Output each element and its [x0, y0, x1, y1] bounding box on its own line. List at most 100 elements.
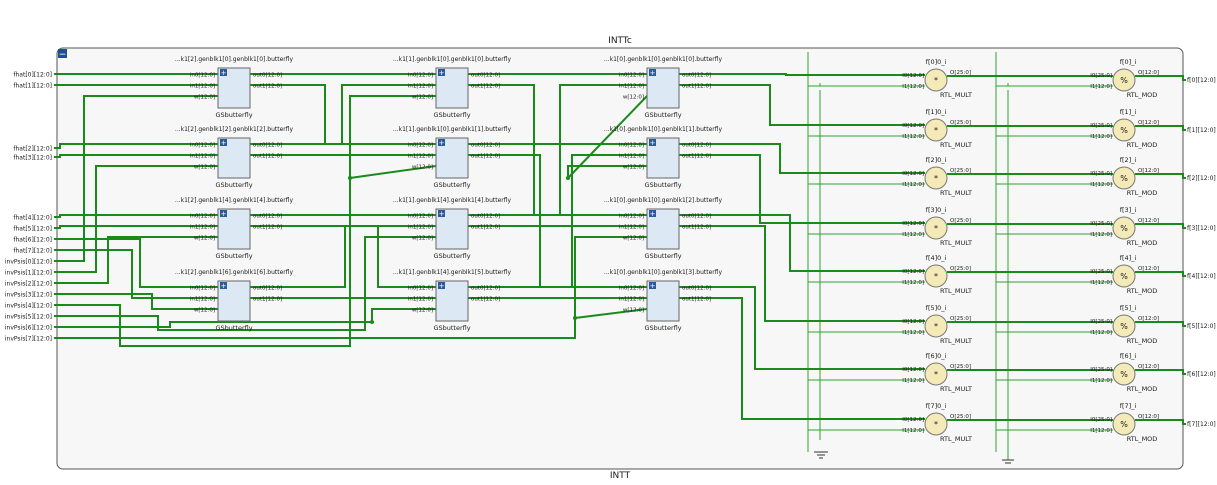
mult-pin-i1: I1[12:0] — [902, 84, 924, 90]
input-port-label: fhat[0][12:0] — [13, 72, 52, 79]
schematic-canvas: INTTc − INTT fhat[0][12:0] fhat[1][12:0] f… — [5, 36, 1216, 481]
butterfly-instance-name: ...k1[2].genblk1[6].genblk1[6].butterfly — [175, 269, 294, 276]
mult-pin-o: O[25:0] — [950, 70, 971, 76]
mult-symbol: * — [934, 76, 938, 85]
mult-pin-i1: I1[12:0] — [902, 378, 924, 384]
pin-out0: out0[12:0] — [471, 214, 500, 220]
pin-out1: out1[12:0] — [682, 84, 711, 90]
butterfly-block[interactable]: + — [435, 137, 469, 179]
mod-symbol: % — [1120, 174, 1128, 183]
input-port-label: invPsis[3][12:0] — [5, 292, 52, 299]
pin-w: w[12:0] — [194, 308, 215, 314]
pin-out1: out1[12:0] — [253, 84, 282, 90]
mult-pin-i1: I1[12:0] — [902, 232, 924, 238]
pin-out1: out1[12:0] — [253, 297, 282, 303]
pin-in0: in0[12:0] — [408, 286, 433, 292]
butterfly-block[interactable]: + — [217, 280, 251, 322]
butterfly-instance-name: ...k1[1].genblk1[0].genblk1[0].butterfly — [393, 56, 512, 63]
butterfly-block[interactable]: + — [217, 137, 251, 179]
butterfly-instance-name: ...k1[2].genblk1[2].genblk1[2].butterfly — [175, 126, 294, 133]
butterfly-block[interactable]: + — [646, 280, 680, 322]
mult-pin-o: O[25:0] — [950, 316, 971, 322]
mod-pin-o: O[12:0] — [1138, 70, 1159, 76]
mod-pin-i0: I0[25:0] — [1090, 319, 1112, 325]
mult-pin-i0: I0[12:0] — [902, 269, 924, 275]
mult-symbol: * — [934, 420, 938, 429]
pin-in1: in1[12:0] — [408, 84, 433, 90]
butterfly-block[interactable]: + — [646, 67, 680, 109]
butterfly-block[interactable]: + — [435, 280, 469, 322]
expand-glyph: + — [439, 210, 445, 218]
mod-instance-name: f[3]_i — [1120, 206, 1137, 214]
mod-pin-o: O[12:0] — [1138, 266, 1159, 272]
wire-junction — [566, 176, 570, 180]
butterfly-block[interactable]: + — [217, 208, 251, 250]
pin-out1: out1[12:0] — [471, 225, 500, 231]
mod-pin-o: O[12:0] — [1138, 120, 1159, 126]
mod-pin-i1: I1[12:0] — [1090, 280, 1112, 286]
mod-instance-name: f[4]_i — [1120, 254, 1137, 262]
pin-out1: out1[12:0] — [253, 154, 282, 160]
pin-out0: out0[12:0] — [253, 286, 282, 292]
mod-symbol: % — [1120, 322, 1128, 331]
butterfly-cell-type: GSbutterfly — [433, 324, 470, 332]
expand-glyph: + — [650, 282, 656, 290]
pin-in1: in1[12:0] — [408, 297, 433, 303]
mod-cell-type: RTL_MOD — [1127, 287, 1158, 295]
butterfly-block[interactable]: + — [435, 208, 469, 250]
mod-pin-o: O[12:0] — [1138, 316, 1159, 322]
butterfly-cell-type: GSbutterfly — [433, 111, 470, 119]
input-port-label: invPsis[2][12:0] — [5, 281, 52, 288]
butterfly-block[interactable]: + — [646, 208, 680, 250]
pin-in1: in1[12:0] — [190, 154, 215, 160]
butterfly-instance-name: ...k1[2].genblk1[0].genblk1[0].butterfly — [175, 56, 294, 63]
input-port-label: fhat[6][12:0] — [13, 237, 52, 244]
pin-w: w[12:0] — [623, 95, 644, 101]
mult-cell-type: RTL_MULT — [940, 91, 972, 99]
mod-pin-i0: I0[25:0] — [1090, 367, 1112, 373]
mult-symbol: * — [934, 322, 938, 331]
output-port-label: f[4][12:0] — [1187, 273, 1216, 280]
butterfly-cell-type: GSbutterfly — [644, 181, 681, 189]
mult-pin-i1: I1[12:0] — [902, 182, 924, 188]
mod-instance-name: f[2]_i — [1120, 156, 1137, 164]
pin-in0: in0[12:0] — [619, 286, 644, 292]
output-port-label: f[6][12:0] — [1187, 371, 1216, 378]
mult-pin-o: O[25:0] — [950, 414, 971, 420]
butterfly-cell-type: GSbutterfly — [644, 252, 681, 260]
pin-in0: in0[12:0] — [408, 143, 433, 149]
mult-instance-name: f[4]0_i — [926, 254, 947, 262]
input-port-label: invPsis[6][12:0] — [5, 325, 52, 332]
mult-symbol: * — [934, 370, 938, 379]
butterfly-instance-name: ...k1[0].genblk1[0].genblk1[2].butterfly — [604, 197, 723, 204]
mult-cell-type: RTL_MULT — [940, 189, 972, 197]
mult-cell-type: RTL_MULT — [940, 239, 972, 247]
mod-cell-type: RTL_MOD — [1127, 239, 1158, 247]
pin-out1: out1[12:0] — [682, 225, 711, 231]
pin-out0: out0[12:0] — [253, 214, 282, 220]
mod-cell-type: RTL_MOD — [1127, 141, 1158, 149]
collapse-button[interactable]: − — [58, 49, 67, 60]
mult-pin-i1: I1[12:0] — [902, 134, 924, 140]
butterfly-cell-type: GSbutterfly — [644, 324, 681, 332]
pin-in0: in0[12:0] — [619, 143, 644, 149]
expand-glyph: + — [650, 210, 656, 218]
butterfly-block[interactable]: + — [435, 67, 469, 109]
butterfly-cell-type: GSbutterfly — [433, 181, 470, 189]
pin-out1: out1[12:0] — [253, 225, 282, 231]
mult-pin-i1: I1[12:0] — [902, 330, 924, 336]
pin-in0: in0[12:0] — [408, 214, 433, 220]
mod-instance-name: f[7]_i — [1120, 402, 1137, 410]
butterfly-block[interactable]: + — [217, 67, 251, 109]
pin-w: w[12:0] — [412, 95, 433, 101]
mult-pin-o: O[25:0] — [950, 120, 971, 126]
mod-cell-type: RTL_MOD — [1127, 385, 1158, 393]
mult-instance-name: f[6]0_i — [926, 352, 947, 360]
module-title: INTTc — [608, 36, 632, 46]
mult-cell-type: RTL_MULT — [940, 141, 972, 149]
butterfly-cell-type: GSbutterfly — [433, 252, 470, 260]
mult-pin-i0: I0[12:0] — [902, 171, 924, 177]
pin-w: w[12:0] — [412, 308, 433, 314]
pin-in1: in1[12:0] — [619, 154, 644, 160]
butterfly-block[interactable]: + — [646, 137, 680, 179]
